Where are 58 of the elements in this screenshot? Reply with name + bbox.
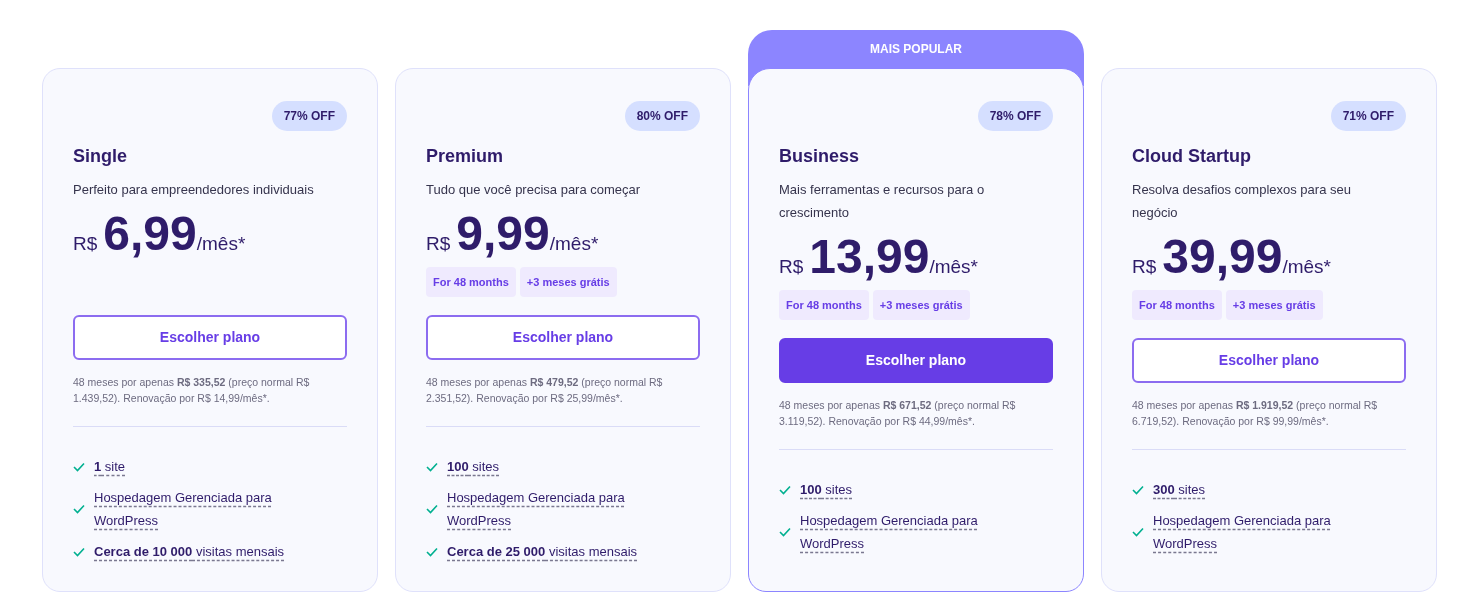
feature-text: Cerca de 25 000 visitas mensais [447,543,639,561]
discount-badge: 80% OFF [624,101,700,131]
price-period: /mês* [549,233,599,254]
check-icon [426,546,438,557]
discount-badge: 77% OFF [271,101,347,131]
plan-name: Business [779,145,861,168]
currency: R$ [779,255,804,279]
check-icon [426,461,438,472]
check-icon [426,504,438,514]
plan-name: Premium [426,145,505,168]
offer-tag: For 48 months [1132,290,1222,320]
plan-description: Tudo que você precisa para começar [426,181,642,199]
plan-description: Resolva desafios complexos para seu negócio [1132,181,1352,222]
plan-name: Single [73,145,128,168]
plan-description: Mais ferramentas e recursos para o crescimento [779,181,986,222]
offer-tag: +3 meses grátis [1225,290,1323,320]
plan-name: Cloud Startup [1132,145,1252,168]
check-icon [1132,484,1144,495]
price-footnote: 48 meses por apenas R$ 479,52 (preço normal R$ 2.351,52). Renovação por R$ 25,99/mês*. [426,375,664,406]
choose-plan-button[interactable]: Escolher plano [426,315,700,360]
discount-badge: 71% OFF [1330,101,1406,131]
check-icon [779,527,791,537]
feature-text: Hospedagem Gerenciada para WordPress [447,489,626,530]
currency: R$ [1132,255,1157,279]
choose-plan-button[interactable]: Escolher plano [73,315,347,360]
price-period: /mês* [929,256,978,277]
offer-tag: +3 meses grátis [872,290,970,320]
offer-tag: For 48 months [779,290,869,320]
feature-text: Hospedagem Gerenciada para WordPress [800,512,979,553]
currency: R$ [426,232,451,256]
currency: R$ [73,232,98,256]
price-period: /mês* [196,233,246,254]
check-icon [1132,527,1144,537]
check-icon [73,504,85,514]
feature-text: Cerca de 10 000 visitas mensais [94,543,286,561]
price: 39,99 [1162,229,1283,285]
check-icon [73,546,85,557]
feature-text: 1 site [94,458,127,476]
plan-description: Perfeito para empreendedores individuais [73,181,315,199]
check-icon [779,484,791,495]
price: 13,99 [809,229,930,285]
price-footnote: 48 meses por apenas R$ 1.919,52 (preço normal R$ 6.719,52). Renovação por R$ 99,99/mês*. [1132,398,1379,429]
discount-badge: 78% OFF [977,101,1053,131]
feature-text: Hospedagem Gerenciada para WordPress [1153,512,1332,553]
choose-plan-button[interactable]: Escolher plano [779,338,1053,383]
check-icon [73,461,85,472]
offer-tag: +3 meses grátis [519,267,617,297]
price: 6,99 [103,206,197,262]
feature-text: Hospedagem Gerenciada para WordPress [94,489,273,530]
choose-plan-button[interactable]: Escolher plano [1132,338,1406,383]
price: 9,99 [456,206,550,262]
feature-text: 100 sites [800,481,854,499]
price-period: /mês* [1282,256,1331,277]
price-footnote: 48 meses por apenas R$ 335,52 (preço normal R$ 1.439,52). Renovação por R$ 14,99/mês*. [73,375,311,406]
offer-tag: For 48 months [426,267,516,297]
feature-text: 100 sites [447,458,501,476]
price-footnote: 48 meses por apenas R$ 671,52 (preço normal R$ 3.119,52). Renovação por R$ 44,99/mês*. [779,398,1017,429]
feature-text: 300 sites [1153,481,1207,499]
